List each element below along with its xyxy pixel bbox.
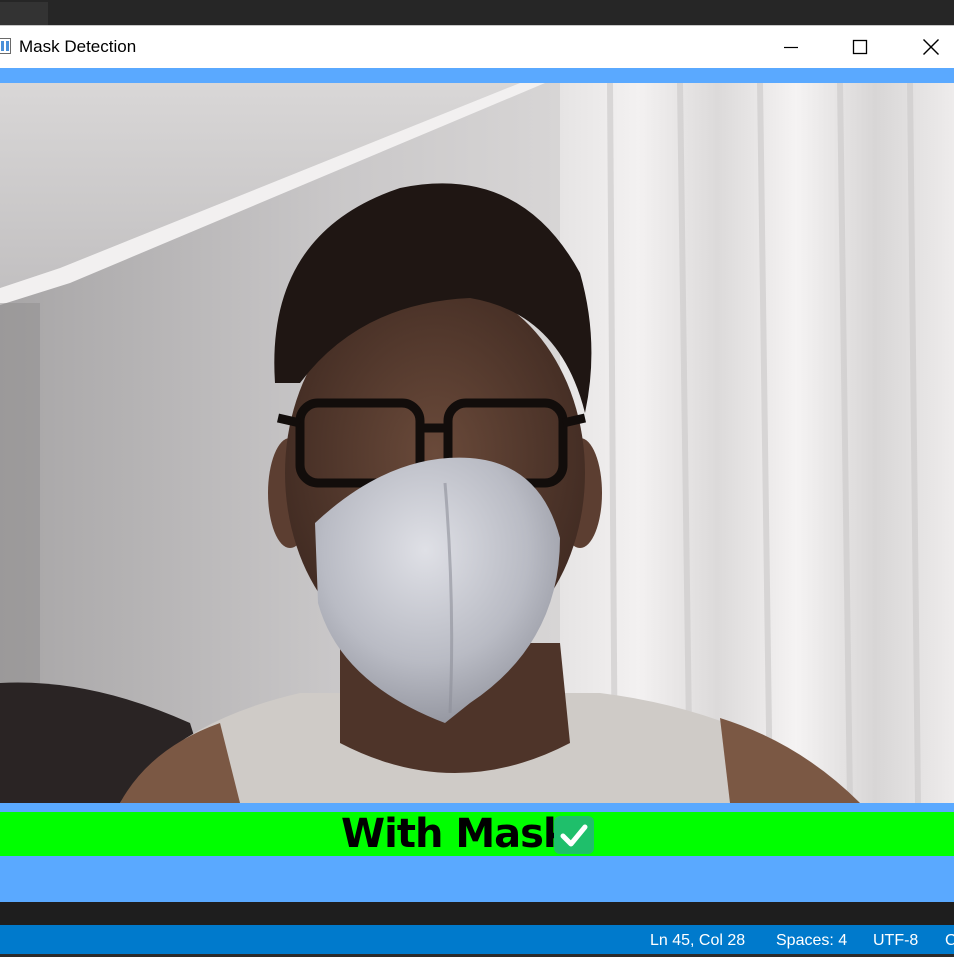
encoding-indicator[interactable]: UTF-8: [873, 925, 918, 954]
minimize-icon: [784, 46, 798, 49]
indentation-indicator[interactable]: Spaces: 4: [776, 925, 847, 954]
webcam-image: [0, 83, 954, 803]
editor-statusbar: Ln 45, Col 28 Spaces: 4 UTF-8 C: [0, 925, 954, 954]
detection-status-label: With Mask: [341, 811, 570, 857]
background-editor-tabbar: [0, 0, 954, 25]
app-icon: [0, 38, 11, 54]
window-title: Mask Detection: [19, 37, 137, 56]
maximize-button[interactable]: [829, 26, 891, 68]
maximize-icon: [852, 39, 868, 55]
background-editor-tab[interactable]: [0, 2, 48, 25]
cursor-position-indicator[interactable]: Ln 45, Col 28: [650, 925, 745, 954]
close-icon: [923, 39, 939, 55]
check-mark-icon: [554, 816, 594, 854]
mask-detection-window: Mask Detection With Mask: [0, 25, 954, 902]
close-button[interactable]: [900, 26, 954, 68]
detection-status-banner: With Mask: [0, 812, 954, 856]
webcam-video-frame: [0, 83, 954, 803]
editor-panel-strip: [0, 902, 954, 925]
window-titlebar[interactable]: Mask Detection: [0, 26, 954, 68]
minimize-button[interactable]: [760, 26, 822, 68]
statusbar-overflow-item[interactable]: C: [945, 925, 954, 954]
